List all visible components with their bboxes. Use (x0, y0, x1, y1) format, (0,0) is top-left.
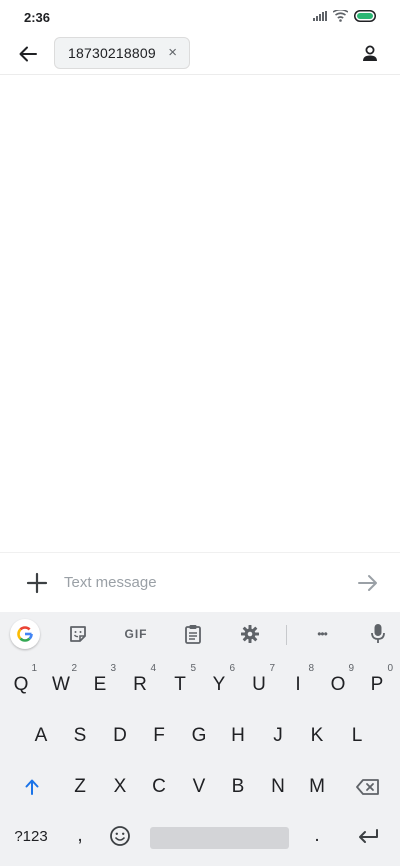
key-label: Q (13, 674, 29, 695)
key-x[interactable]: X (101, 767, 139, 807)
key-b[interactable]: B (219, 767, 257, 807)
contact-button[interactable] (358, 42, 382, 66)
microphone-icon (371, 624, 385, 643)
key-label: R (133, 674, 147, 695)
remove-recipient-icon[interactable]: × (168, 45, 177, 61)
google-search-button[interactable] (10, 619, 40, 649)
key-label: W (52, 674, 70, 695)
symbols-key[interactable]: ?123 (8, 816, 54, 856)
key-row-2: A S D F G H J K L (0, 716, 400, 756)
key-hint: 1 (31, 663, 37, 674)
sticker-icon (70, 626, 86, 642)
key-h[interactable]: H (219, 716, 257, 756)
key-u[interactable]: U7 (240, 663, 278, 705)
key-label: O (330, 674, 346, 695)
key-hint: 0 (387, 663, 393, 674)
battery-icon (354, 10, 376, 22)
key-t[interactable]: T5 (161, 663, 199, 705)
key-j[interactable]: J (259, 716, 297, 756)
plus-icon (26, 572, 48, 594)
key-l[interactable]: L (338, 716, 376, 756)
gear-icon (241, 625, 259, 643)
recipient-number: 18730218809 (68, 45, 156, 61)
shift-key[interactable] (12, 767, 52, 807)
key-w[interactable]: W2 (42, 663, 80, 705)
soft-keyboard: G I F ••• Q 1 W 2 E 3 R 4 T 5 Y 6 U 7 I 8 … (0, 612, 400, 866)
clipboard-button[interactable] (181, 622, 205, 646)
status-time: 2:36 (24, 10, 51, 25)
key-label: I (295, 674, 301, 695)
voice-input-button[interactable] (366, 622, 390, 646)
key-label: Y (212, 674, 226, 695)
comma-key[interactable]: , (62, 816, 98, 856)
send-arrow-icon (358, 575, 377, 591)
wifi-icon (333, 10, 348, 22)
enter-key[interactable] (348, 816, 388, 856)
key-n[interactable]: N (259, 767, 297, 807)
key-y[interactable]: Y6 (200, 663, 238, 705)
key-o[interactable]: O9 (319, 663, 357, 705)
signal-icon (313, 11, 327, 21)
arrow-left-icon (19, 46, 37, 62)
shift-arrow-icon (25, 779, 39, 795)
period-key[interactable]: . (298, 816, 336, 856)
key-row-3: Z X C V B N M (0, 767, 400, 807)
key-s[interactable]: S (61, 716, 99, 756)
send-button[interactable] (356, 571, 380, 595)
status-icons (313, 10, 376, 22)
key-p[interactable]: P0 (358, 663, 396, 705)
google-logo-icon (17, 626, 33, 642)
key-hint: 3 (110, 663, 116, 674)
key-label: P (370, 674, 384, 695)
toolbar-divider (286, 625, 287, 645)
person-icon (363, 45, 377, 61)
key-hint: 9 (348, 663, 354, 674)
gif-button[interactable]: GIF (122, 622, 150, 646)
conversation-header: 18730218809 × (0, 34, 400, 75)
sticker-button[interactable] (66, 622, 90, 646)
key-d[interactable]: D (101, 716, 139, 756)
compose-bar: Text message (0, 552, 400, 613)
enter-arrow-icon (359, 829, 378, 843)
key-c[interactable]: C (140, 767, 178, 807)
key-a[interactable]: A (22, 716, 60, 756)
key-hint: 2 (71, 663, 77, 674)
clipboard-icon (185, 625, 201, 644)
key-g[interactable]: G (180, 716, 218, 756)
emoji-key[interactable] (101, 816, 139, 856)
key-label: T (174, 674, 186, 695)
key-hint: 7 (269, 663, 275, 674)
key-e[interactable]: E3 (81, 663, 119, 705)
backspace-icon (356, 779, 379, 795)
key-r[interactable]: R4 (121, 663, 159, 705)
backspace-key[interactable] (346, 767, 390, 807)
message-input[interactable]: Text message (64, 574, 157, 591)
key-hint: 4 (150, 663, 156, 674)
key-hint: 8 (308, 663, 314, 674)
key-hint: 5 (190, 663, 196, 674)
keyboard-toolbar: GIF ••• (0, 612, 400, 657)
recipient-chip[interactable]: 18730218809 × (54, 37, 190, 69)
space-bar[interactable] (150, 827, 289, 849)
key-f[interactable]: F (140, 716, 178, 756)
more-dots-icon: ••• (317, 627, 328, 641)
settings-button[interactable] (238, 622, 262, 646)
back-button[interactable] (14, 40, 42, 68)
more-button[interactable]: ••• (308, 622, 336, 646)
emoji-face-icon (110, 826, 130, 846)
key-label: U (252, 674, 266, 695)
key-i[interactable]: I8 (279, 663, 317, 705)
key-v[interactable]: V (180, 767, 218, 807)
key-m[interactable]: M (298, 767, 336, 807)
key-label: E (93, 674, 107, 695)
status-bar: 2:36 (0, 0, 400, 34)
key-z[interactable]: Z (61, 767, 99, 807)
gif-label: GIF (124, 627, 148, 641)
key-row-1: Q1 W2 E3 R4 T5 Y6 U7 I8 O9 P0 (0, 663, 400, 705)
key-q[interactable]: Q1 (2, 663, 40, 705)
key-hint: 6 (229, 663, 235, 674)
key-k[interactable]: K (298, 716, 336, 756)
attach-button[interactable] (24, 570, 50, 596)
